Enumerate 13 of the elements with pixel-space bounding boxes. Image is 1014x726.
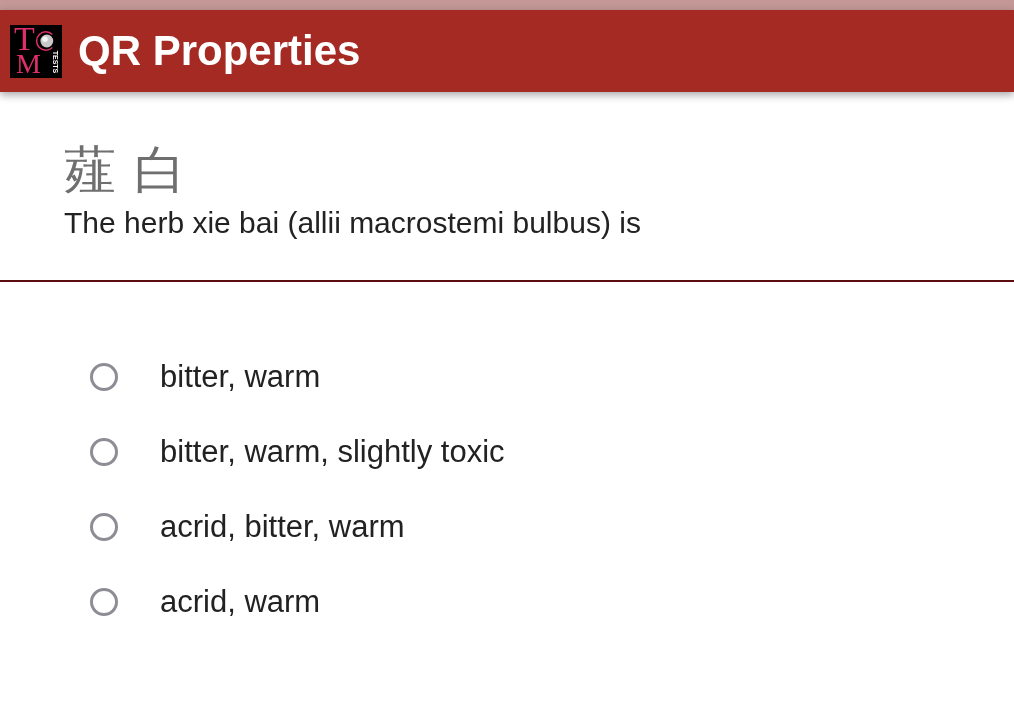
logo-letter: M <box>16 49 41 78</box>
radio-button[interactable] <box>90 587 118 616</box>
ring-ball-icon <box>34 29 56 52</box>
option-label[interactable]: bitter, warm, slightly toxic <box>160 433 505 470</box>
question-text: The herb xie bai (allii macrostemi bulbus) is <box>64 205 641 241</box>
option-label[interactable]: acrid, warm <box>160 583 321 620</box>
radio-button[interactable] <box>90 437 118 466</box>
option-label[interactable]: acrid, bitter, warm <box>160 508 405 545</box>
option-label[interactable]: bitter, warm <box>160 358 321 395</box>
chinese-name: 薤 白 <box>64 141 189 199</box>
radio-button[interactable] <box>90 362 118 391</box>
radio-button[interactable] <box>90 512 118 541</box>
app-title: QR Properties <box>78 26 361 76</box>
